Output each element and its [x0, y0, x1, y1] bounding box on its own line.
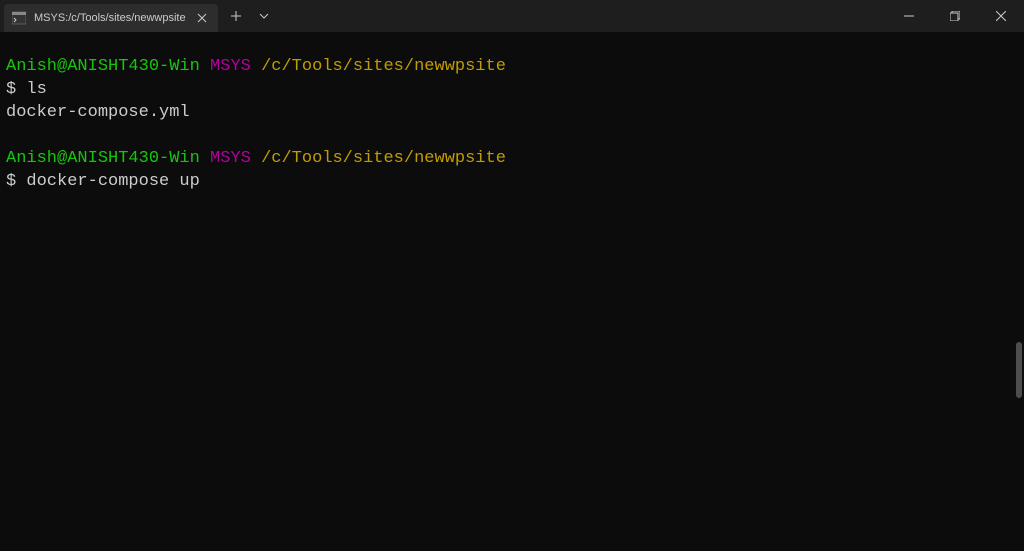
maximize-button[interactable]: [932, 0, 978, 32]
msys-label: MSYS: [210, 149, 251, 168]
close-button[interactable]: [978, 0, 1024, 32]
new-tab-button[interactable]: [222, 2, 250, 30]
titlebar: MSYS:/c/Tools/sites/newwpsite: [0, 0, 1024, 32]
blank-line: [6, 125, 1018, 148]
user-host: Anish@ANISHT430-Win: [6, 149, 200, 168]
prompt-line: Anish@ANISHT430-Win MSYS /c/Tools/sites/…: [6, 148, 1018, 171]
msys-label: MSYS: [210, 57, 251, 76]
prompt-symbol: $: [6, 172, 16, 191]
output-line: docker-compose.yml: [6, 102, 1018, 125]
prompt-symbol: $: [6, 80, 16, 99]
terminal-icon: [12, 11, 26, 25]
cwd-path: /c/Tools/sites/newwpsite: [261, 149, 506, 168]
cwd-path: /c/Tools/sites/newwpsite: [261, 57, 506, 76]
command-line: $ docker-compose up: [6, 171, 1018, 194]
user-host: Anish@ANISHT430-Win: [6, 57, 200, 76]
tabs-area: MSYS:/c/Tools/sites/newwpsite: [0, 0, 278, 32]
tab-close-button[interactable]: [194, 10, 210, 26]
minimize-button[interactable]: [886, 0, 932, 32]
window-controls: [886, 0, 1024, 32]
terminal-body[interactable]: Anish@ANISHT430-Win MSYS /c/Tools/sites/…: [0, 32, 1024, 200]
tab-terminal[interactable]: MSYS:/c/Tools/sites/newwpsite: [4, 4, 218, 32]
command-text: docker-compose up: [26, 172, 199, 191]
command-text: ls: [26, 80, 46, 99]
command-line: $ ls: [6, 79, 1018, 102]
tab-dropdown-button[interactable]: [250, 2, 278, 30]
scrollbar-thumb[interactable]: [1016, 342, 1022, 398]
tab-title: MSYS:/c/Tools/sites/newwpsite: [34, 12, 186, 24]
prompt-line: Anish@ANISHT430-Win MSYS /c/Tools/sites/…: [6, 56, 1018, 79]
